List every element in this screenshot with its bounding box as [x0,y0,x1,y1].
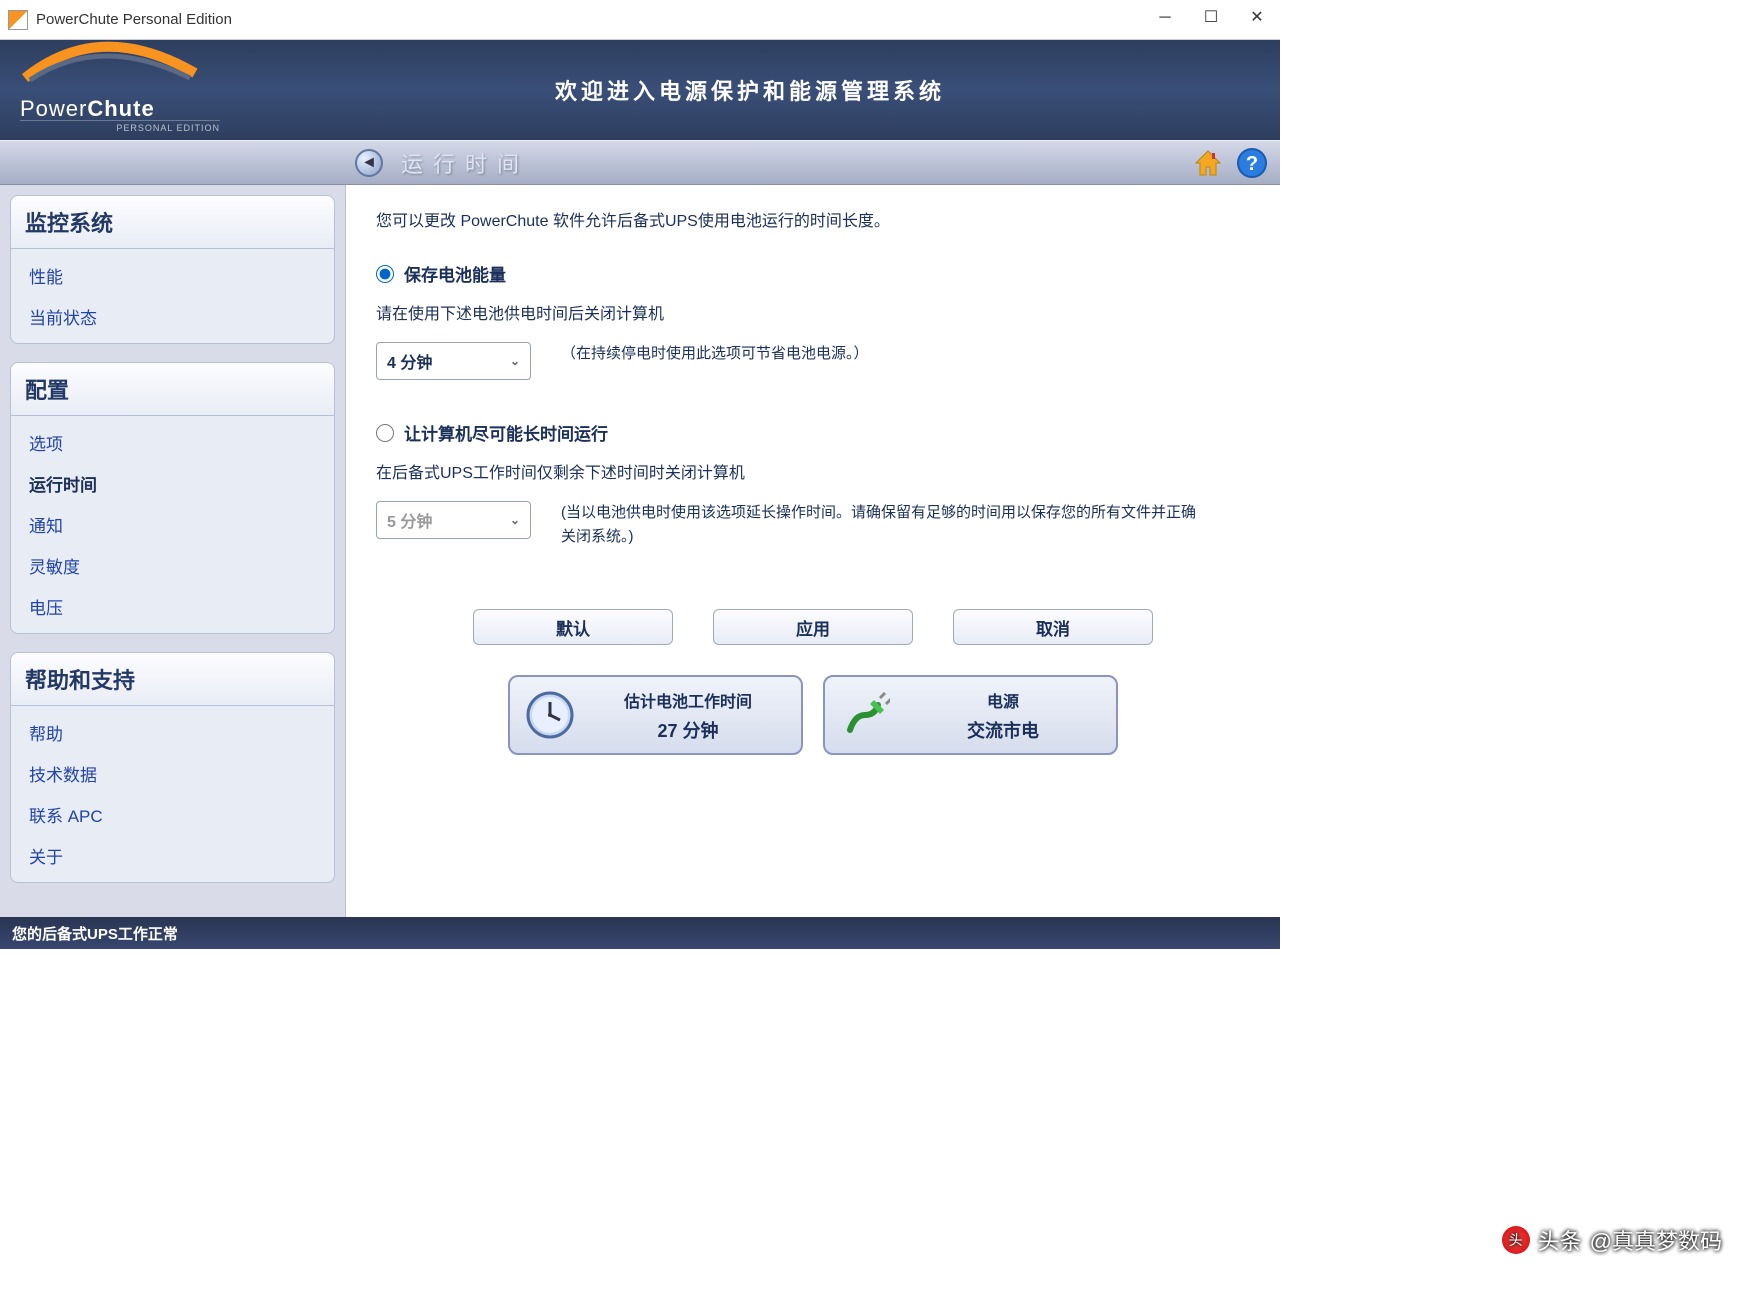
sidebar: 监控系统性能当前状态配置选项运行时间通知灵敏度电压帮助和支持帮助技术数据联系 A… [0,185,345,917]
option2-hint: (当以电池供电时使用该选项延长操作时间。请确保留有足够的时间用以保存您的所有文件… [561,501,1201,549]
status-card-runtime: 估计电池工作时间 27 分钟 [508,675,803,755]
apply-button[interactable]: 应用 [713,609,913,645]
option-keep-running: 让计算机尽可能长时间运行 在后备式UPS工作时间仅剩余下述时间时关闭计算机 5 … [376,420,1250,549]
logo-text-1: Power [20,96,87,121]
button-row: 默认 应用 取消 [376,609,1250,645]
main-content: 您可以更改 PowerChute 软件允许后备式UPS使用电池运行的时间长度。 … [345,185,1280,917]
home-icon[interactable] [1192,147,1224,179]
help-icon[interactable]: ? [1236,147,1268,179]
watermark: 头 头条 @真真梦数码 [1502,1224,1722,1256]
app-icon [8,10,28,30]
maximize-button[interactable]: ☐ [1188,1,1234,39]
power-label: 电源 [905,688,1101,712]
logo: PowerChute PERSONAL EDITION [0,48,220,133]
watermark-prefix: 头条 [1538,1224,1582,1256]
radio-keep-running[interactable] [376,424,394,442]
sidebar-item[interactable]: 性能 [11,255,334,296]
sidebar-item[interactable]: 运行时间 [11,463,334,504]
sidebar-item[interactable]: 通知 [11,504,334,545]
intro-text: 您可以更改 PowerChute 软件允许后备式UPS使用电池运行的时间长度。 [376,207,1250,231]
runtime-value: 27 分钟 [590,717,786,743]
titlebar: PowerChute Personal Edition ─ ☐ ✕ [0,0,1280,40]
status-row: 估计电池工作时间 27 分钟 电源 交流市电 [376,665,1250,765]
radio-preserve-battery[interactable] [376,265,394,283]
sidebar-item[interactable]: 帮助 [11,712,334,753]
sidebar-item[interactable]: 技术数据 [11,753,334,794]
banner: PowerChute PERSONAL EDITION 欢迎进入电源保护和能源管… [0,40,1280,140]
watermark-icon: 头 [1502,1226,1530,1254]
cancel-button[interactable]: 取消 [953,609,1153,645]
svg-text:?: ? [1246,153,1258,175]
sidebar-item[interactable]: 电压 [11,586,334,627]
default-button[interactable]: 默认 [473,609,673,645]
sidebar-item[interactable]: 选项 [11,422,334,463]
back-icon[interactable]: ◄ [355,149,383,177]
status-bar: 您的后备式UPS工作正常 [0,917,1280,949]
clock-icon [525,690,575,740]
sidebar-item[interactable]: 关于 [11,835,334,876]
sidebar-header: 监控系统 [10,195,335,249]
watermark-text: @真真梦数码 [1590,1224,1722,1256]
page-title: 运行时间 [401,147,1180,179]
minimize-button[interactable]: ─ [1142,1,1188,39]
window-title: PowerChute Personal Edition [36,11,1142,28]
option1-label: 保存电池能量 [404,261,506,286]
sidebar-header: 配置 [10,362,335,416]
option-preserve-battery: 保存电池能量 请在使用下述电池供电时间后关闭计算机 4 分钟 ⌄ （在持续停电时… [376,261,1250,380]
plug-icon [840,690,890,740]
logo-text-2: Chute [87,96,154,121]
sidebar-item[interactable]: 当前状态 [11,296,334,337]
sidebar-item[interactable]: 联系 APC [11,794,334,835]
runtime-label: 估计电池工作时间 [590,688,786,712]
option1-select[interactable]: 4 分钟 ⌄ [376,342,531,380]
sidebar-header: 帮助和支持 [10,652,335,706]
option2-select: 5 分钟 ⌄ [376,501,531,539]
option1-select-value: 4 分钟 [387,349,432,373]
status-text: 您的后备式UPS工作正常 [12,923,178,944]
toolbar: ◄ 运行时间 ? [0,140,1280,185]
status-card-power: 电源 交流市电 [823,675,1118,755]
sidebar-item[interactable]: 灵敏度 [11,545,334,586]
option2-select-value: 5 分钟 [387,508,432,532]
option2-label: 让计算机尽可能长时间运行 [404,420,608,445]
chevron-down-icon: ⌄ [510,513,520,527]
option1-desc: 请在使用下述电池供电时间后关闭计算机 [376,300,1250,324]
welcome-text: 欢迎进入电源保护和能源管理系统 [220,74,1280,106]
chevron-down-icon: ⌄ [510,354,520,368]
logo-subtitle: PERSONAL EDITION [20,120,220,133]
option1-hint: （在持续停电时使用此选项可节省电池电源。） [561,342,869,366]
power-value: 交流市电 [905,717,1101,743]
close-button[interactable]: ✕ [1234,1,1280,39]
option2-desc: 在后备式UPS工作时间仅剩余下述时间时关闭计算机 [376,459,1250,483]
